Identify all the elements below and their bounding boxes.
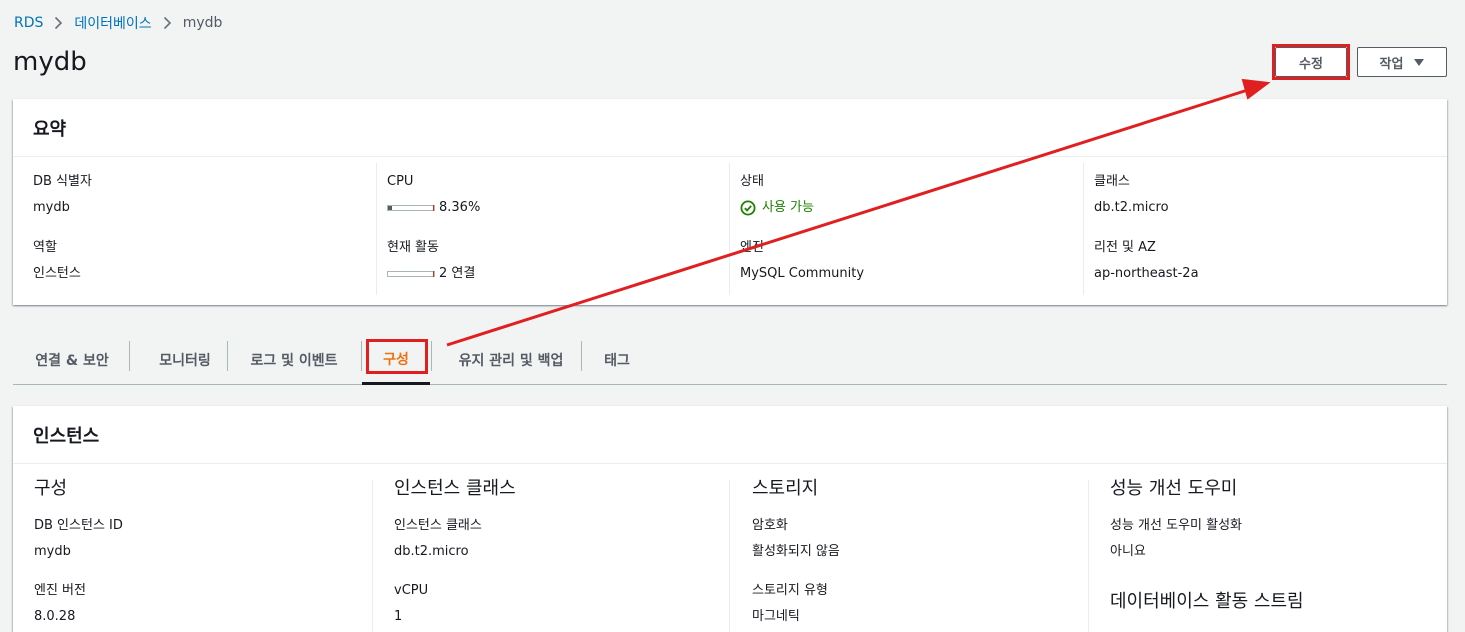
performance-insights-enabled-label: 성능 개선 도우미 활성화: [1110, 518, 1242, 533]
encryption-label: 암호화: [752, 518, 788, 533]
storage-type-label: 스토리지 유형: [752, 583, 828, 598]
engine-version-value: 8.0.28: [34, 609, 76, 624]
performance-insights-title: 성능 개선 도우미: [1110, 478, 1238, 499]
engine-version-label: 엔진 버전: [34, 583, 86, 598]
performance-insights-enabled-value: 아니요: [1110, 544, 1146, 559]
encryption-value: 활성화되지 않음: [752, 544, 840, 559]
instance-class-value: db.t2.micro: [394, 544, 469, 559]
configuration-column: 구성 DB 인스턴스 ID mydb 엔진 버전 8.0.28: [34, 464, 374, 626]
db-instance-id-value: mydb: [34, 544, 71, 559]
instance-divider: [372, 480, 373, 632]
instance-class-label: 인스턴스 클래스: [394, 518, 482, 533]
activity-stream-title: 데이터베이스 활동 스트림: [1110, 591, 1304, 612]
storage-type-value: 마그네틱: [752, 609, 800, 624]
vcpu-value: 1: [394, 609, 403, 624]
instance-class-title: 인스턴스 클래스: [394, 478, 516, 499]
instance-divider: [1088, 480, 1089, 632]
instance-class-column: 인스턴스 클래스 인스턴스 클래스 db.t2.micro vCPU 1: [394, 464, 734, 626]
storage-column: 스토리지 암호화 활성화되지 않음 스토리지 유형 마그네틱: [752, 464, 1092, 626]
performance-insights-column: 성능 개선 도우미 성능 개선 도우미 활성화 아니요 데이터베이스 활동 스트…: [1110, 464, 1440, 614]
instance-divider: [729, 480, 730, 632]
instance-title: 인스턴스: [33, 425, 100, 447]
configuration-title: 구성: [34, 478, 68, 499]
storage-title: 스토리지: [752, 478, 819, 499]
instance-header: 인스턴스: [13, 406, 1447, 464]
instance-panel: 인스턴스 구성 DB 인스턴스 ID mydb 엔진 버전 8.0.28 인스턴…: [13, 406, 1447, 632]
db-instance-id-label: DB 인스턴스 ID: [34, 518, 123, 533]
vcpu-label: vCPU: [394, 583, 429, 598]
